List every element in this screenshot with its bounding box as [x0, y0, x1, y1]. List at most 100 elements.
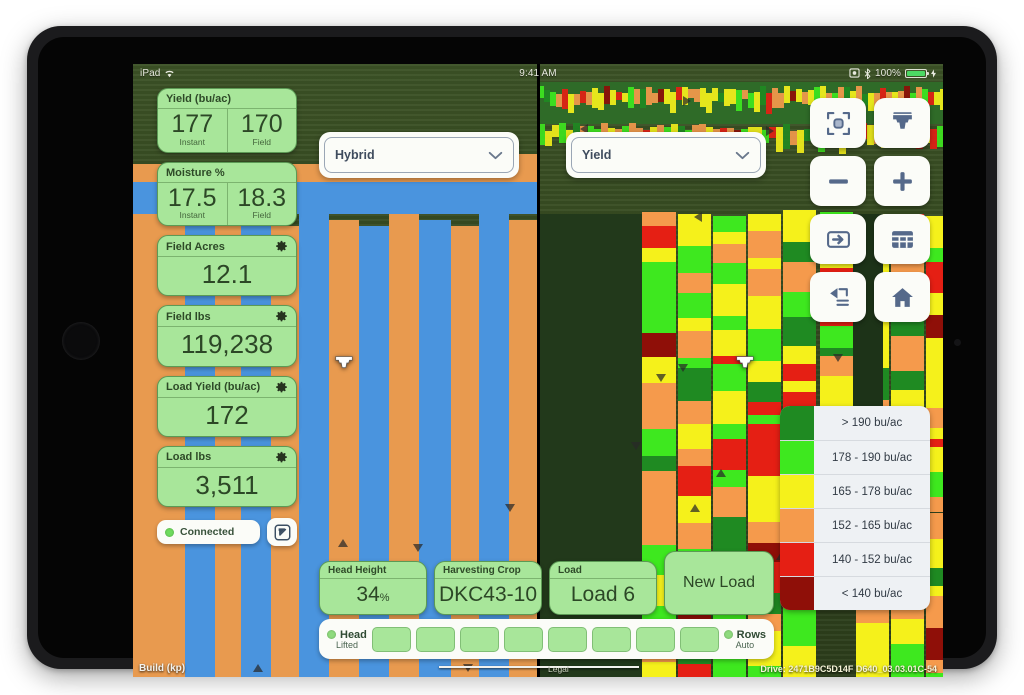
yield-cell [748, 508, 781, 523]
metric-card-title: Field Acres [166, 240, 225, 253]
yield-cell [713, 316, 746, 331]
row-segment[interactable] [679, 626, 719, 652]
yield-cell [748, 475, 781, 484]
row-segment[interactable] [591, 626, 631, 652]
connection-status-label: Connected [180, 526, 235, 539]
metric-card-header: Moisture % [158, 163, 296, 183]
new-load-button[interactable]: New Load [664, 551, 774, 615]
yield-cell [642, 270, 676, 301]
metric-card-title: Load lbs [166, 451, 212, 464]
metric-value: 17.5 [167, 183, 217, 212]
legend-swatch [780, 543, 814, 576]
metric-card[interactable]: Yield (bu/ac) 177 Instant 170 Field [157, 88, 297, 153]
metric-sublabel: Field [252, 136, 271, 147]
yield-cell [642, 382, 676, 409]
control-card-value: Load 6 [570, 583, 636, 606]
head-height-card[interactable]: Head Height 34% [319, 561, 427, 615]
metric-card-title: Yield (bu/ac) [166, 93, 231, 105]
yield-cell [642, 300, 676, 334]
hybrid-dropdown-value: Hybrid [335, 148, 375, 162]
data-table-button[interactable] [874, 214, 930, 264]
yield-cell [748, 483, 781, 509]
metric-sublabel: Field [252, 210, 271, 220]
gear-icon[interactable] [275, 381, 288, 394]
row-segment[interactable] [635, 626, 675, 652]
control-card-title: Harvesting Crop [435, 562, 541, 579]
yield-cell [748, 296, 781, 329]
device-home-button[interactable] [62, 322, 100, 360]
machine-view-button[interactable] [874, 98, 930, 148]
collapse-panel-button[interactable] [267, 518, 297, 547]
plus-icon [892, 171, 912, 191]
hybrid-dropdown[interactable]: Hybrid [319, 132, 519, 178]
legend-label: 165 - 178 bu/ac [832, 485, 912, 498]
center-map-button[interactable] [810, 98, 866, 148]
connection-status-button[interactable]: Connected [157, 520, 260, 545]
row-segment[interactable] [415, 626, 455, 652]
control-card-body: Load 6 [550, 579, 656, 614]
rows-status[interactable]: Rows Auto [723, 629, 766, 650]
yield-dropdown[interactable]: Yield [566, 132, 766, 178]
direction-arrow [694, 212, 702, 222]
yield-cell [820, 376, 853, 403]
metric-body: 12.1 [158, 257, 296, 295]
combine-icon [335, 356, 353, 368]
yield-cell [748, 414, 781, 425]
metric-card-column: Yield (bu/ac) 177 Instant 170 Field Moisture … [157, 88, 297, 547]
yield-cell [748, 257, 781, 269]
yield-cell [713, 424, 746, 440]
minus-icon [828, 178, 848, 184]
row-segment[interactable] [503, 626, 543, 652]
row-segment[interactable] [371, 626, 411, 652]
metric-card[interactable]: Field lbs 119,238 [157, 305, 297, 367]
direction-arrow [833, 354, 843, 362]
direction-arrow [253, 664, 263, 672]
bottom-control-cards: Head Height 34% Harvesting Crop DKC43-10 Loa… [319, 551, 774, 615]
home-view-button[interactable] [874, 272, 930, 322]
zoom-in-button[interactable] [874, 156, 930, 206]
swap-pane-icon [826, 230, 850, 248]
yield-cell [856, 622, 889, 640]
metric-card[interactable]: Load Yield (bu/ac) 172 [157, 375, 297, 437]
row-segment[interactable] [459, 626, 499, 652]
metric-left: 177 Instant [158, 109, 227, 152]
yield-cell [926, 673, 943, 677]
harvesting-crop-card[interactable]: Harvesting Crop DKC43-10 [434, 561, 542, 615]
yield-cell [678, 449, 711, 467]
ios-status-bar: iPad 9:41 AM 100% [133, 64, 943, 82]
load-card[interactable]: Load Load 6 [549, 561, 657, 615]
yield-cell [783, 345, 816, 355]
layers-back-button[interactable] [810, 272, 866, 322]
metric-sublabel: Instant [179, 136, 206, 147]
metric-body: 3,511 [158, 468, 296, 506]
zoom-out-button[interactable] [810, 156, 866, 206]
yield-cell [748, 401, 781, 415]
gear-icon[interactable] [275, 310, 288, 323]
yield-cell [856, 671, 889, 677]
hybrid-strip [133, 214, 159, 677]
metric-card[interactable]: Load lbs 3,511 [157, 445, 297, 508]
control-card-value: 34 [356, 583, 380, 606]
split-view-button[interactable] [810, 214, 866, 264]
ipad-device-frame: iPad 9:41 AM 100% Yield (bu/ac) 177 Inst… [27, 26, 997, 677]
yield-cell [748, 455, 781, 476]
metric-card[interactable]: Field Acres 12.1 [157, 235, 297, 297]
legend-label: 152 - 165 bu/ac [832, 519, 912, 532]
row-segment-group [371, 626, 719, 652]
yield-cell [678, 522, 711, 549]
yield-cell [642, 471, 676, 501]
row-segment[interactable] [547, 626, 587, 652]
yield-cell [930, 128, 937, 150]
direction-arrow [338, 539, 348, 547]
head-status[interactable]: Head Lifted [327, 629, 367, 650]
gear-icon[interactable] [275, 240, 288, 253]
direction-arrow [631, 442, 641, 450]
yield-cell [748, 381, 781, 402]
yield-cell [891, 618, 924, 644]
legend-swatch [780, 475, 814, 508]
gear-icon[interactable] [275, 451, 288, 464]
yield-cell [678, 317, 711, 332]
metric-card[interactable]: Moisture % 17.5 Instant 18.3 Field [157, 161, 297, 226]
yield-cell [678, 664, 711, 677]
yield-cell [678, 272, 711, 294]
